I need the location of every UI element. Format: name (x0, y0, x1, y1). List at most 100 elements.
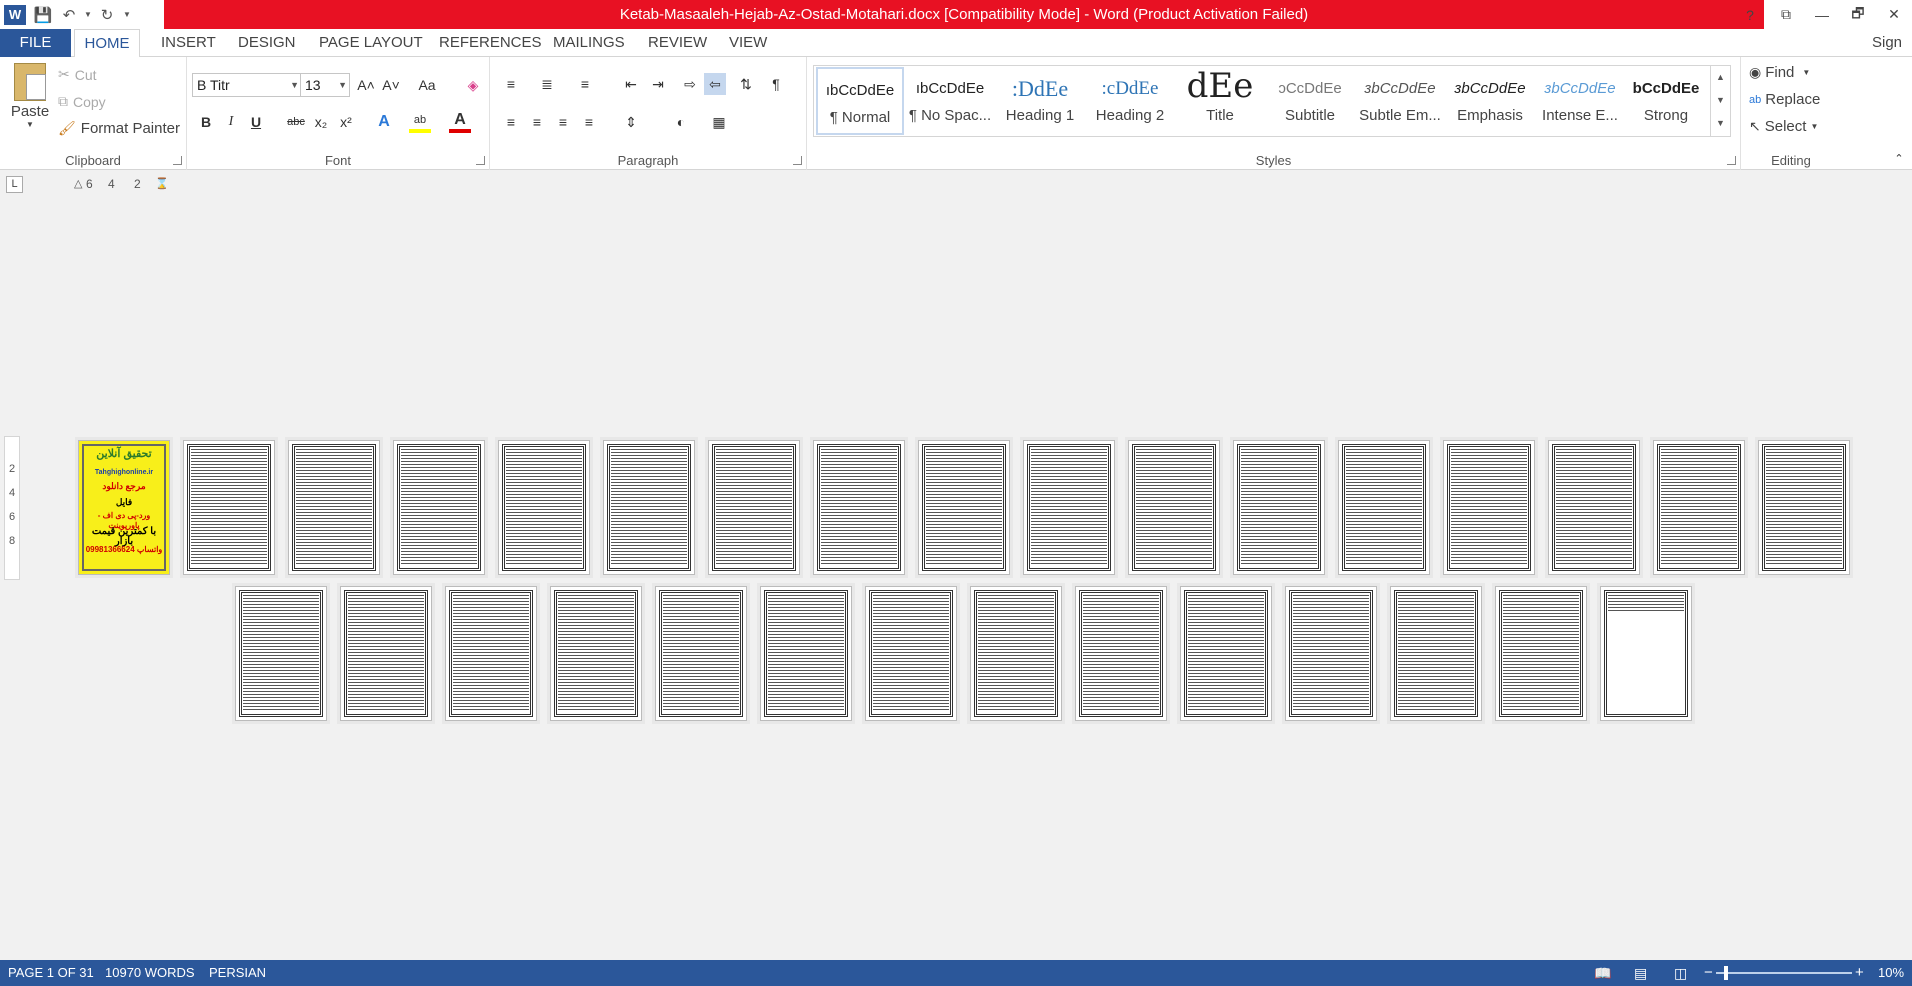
replace-button[interactable]: ab Replace (1749, 91, 1820, 108)
page-thumbnail[interactable] (865, 586, 957, 721)
tab-selector[interactable]: L (6, 176, 23, 193)
line-spacing-icon[interactable]: ⇕ (620, 111, 642, 133)
ribbon-display-options-button[interactable]: ⧉ (1768, 0, 1804, 29)
align-right-icon[interactable]: ≡ (552, 111, 574, 133)
styles-scrollbar[interactable]: ▲ ▼ ▼ (1710, 66, 1730, 136)
page-thumbnail[interactable] (498, 440, 590, 575)
underline-button[interactable]: U (245, 111, 267, 133)
page-thumbnail[interactable] (813, 440, 905, 575)
font-name-dropdown[interactable]: B Titr ▼ (192, 73, 302, 97)
strikethrough-button[interactable]: abc (283, 111, 309, 133)
maximize-button[interactable]: 🗗 (1840, 0, 1876, 29)
tab-review[interactable]: REVIEW (642, 29, 713, 57)
page-thumbnail[interactable] (235, 586, 327, 721)
superscript-button[interactable]: x² (335, 111, 357, 133)
font-size-dropdown[interactable]: 13 ▼ (300, 73, 350, 97)
highlight-button[interactable]: ab (409, 111, 431, 133)
clear-formatting-button[interactable]: ◈ (462, 74, 484, 96)
page-thumbnail[interactable] (550, 586, 642, 721)
tab-references[interactable]: REFERENCES (433, 29, 548, 57)
shading-icon[interactable]: ◐ (670, 111, 692, 133)
zoom-slider-thumb[interactable] (1724, 966, 1728, 980)
page-thumbnail[interactable] (1180, 586, 1272, 721)
page-thumbnail[interactable] (393, 440, 485, 575)
web-layout-icon[interactable]: ◫ (1674, 960, 1687, 986)
zoom-in-button[interactable]: + (1855, 960, 1864, 986)
vertical-ruler[interactable]: 2 4 6 8 (4, 436, 20, 580)
undo-icon[interactable]: ↶ (56, 2, 82, 28)
tab-mailings[interactable]: MAILINGS (547, 29, 631, 57)
chevron-up-icon[interactable]: ▲ (1711, 66, 1730, 89)
close-button[interactable]: ✕ (1876, 0, 1912, 29)
page-thumbnail[interactable] (708, 440, 800, 575)
page-thumbnail-cover[interactable]: تحقیق آنلاین Tahghighonline.ir مرجع دانل… (78, 440, 170, 575)
page-thumbnail[interactable] (1600, 586, 1692, 721)
page-thumbnail[interactable] (1233, 440, 1325, 575)
help-button[interactable]: ? (1732, 0, 1768, 29)
zoom-level[interactable]: 10% (1878, 960, 1904, 986)
page-thumbnail[interactable] (1285, 586, 1377, 721)
style-subtle-emphasis[interactable]: ɜbCcDdEe Subtle Em... (1356, 67, 1444, 135)
language-status[interactable]: PERSIAN (209, 960, 266, 986)
bullets-icon[interactable]: ≡ (500, 73, 522, 95)
styles-launcher-icon[interactable] (1727, 156, 1736, 165)
change-case-button[interactable]: Aa (412, 74, 442, 96)
style-title[interactable]: dEe Title (1176, 67, 1264, 135)
tab-file[interactable]: FILE (0, 29, 71, 57)
page-thumbnail[interactable] (1758, 440, 1850, 575)
word-logo-icon[interactable]: W (4, 4, 26, 25)
sort-icon[interactable]: ⇅ (735, 73, 757, 95)
tab-view[interactable]: VIEW (723, 29, 773, 57)
page-thumbnail[interactable] (288, 440, 380, 575)
subscript-button[interactable]: x₂ (310, 111, 332, 133)
rtl-direction-icon[interactable]: ⇦ (704, 73, 726, 95)
align-left-icon[interactable]: ≡ (500, 111, 522, 133)
collapse-ribbon-icon[interactable]: ⌃ (1888, 147, 1910, 169)
style-heading-2[interactable]: :cDdEe Heading 2 (1086, 67, 1174, 135)
page-thumbnail[interactable] (1653, 440, 1745, 575)
shrink-font-button[interactable]: A˅ (380, 74, 402, 96)
find-button[interactable]: ◉ Find ▼ (1749, 64, 1810, 81)
clipboard-launcher-icon[interactable] (173, 156, 182, 165)
page-thumbnail[interactable] (1023, 440, 1115, 575)
page-thumbnail[interactable] (918, 440, 1010, 575)
zoom-out-button[interactable]: − (1704, 960, 1713, 986)
align-center-icon[interactable]: ≡ (526, 111, 548, 133)
minimize-button[interactable]: — (1804, 0, 1840, 29)
page-thumbnail[interactable] (445, 586, 537, 721)
tab-page-layout[interactable]: PAGE LAYOUT (313, 29, 429, 57)
print-layout-icon[interactable]: ▤ (1634, 960, 1647, 986)
more-styles-icon[interactable]: ▼ (1711, 112, 1730, 135)
page-thumbnail[interactable] (1128, 440, 1220, 575)
numbering-icon[interactable]: ≣ (536, 73, 558, 95)
undo-dropdown-icon[interactable]: ▼ (82, 2, 94, 28)
format-painter-button[interactable]: 🖌 Format Painter (58, 120, 180, 137)
style-emphasis[interactable]: ɜbCcDdEe Emphasis (1446, 67, 1534, 135)
page-thumbnail[interactable] (970, 586, 1062, 721)
page-thumbnail[interactable] (1075, 586, 1167, 721)
cut-button[interactable]: ✂ Cut (58, 66, 97, 83)
tab-insert[interactable]: INSERT (155, 29, 222, 57)
ltr-direction-icon[interactable]: ⇨ (679, 73, 701, 95)
show-formatting-button[interactable]: ¶ (765, 73, 787, 95)
sign-in-link[interactable]: Sign i (1866, 29, 1912, 79)
page-thumbnail[interactable] (183, 440, 275, 575)
redo-icon[interactable]: ↻ (94, 2, 120, 28)
page-thumbnail[interactable] (1390, 586, 1482, 721)
zoom-slider[interactable] (1716, 972, 1852, 974)
bold-button[interactable]: B (195, 111, 217, 133)
borders-icon[interactable]: ▦ (708, 111, 730, 133)
page-count-status[interactable]: PAGE 1 OF 31 (8, 960, 94, 986)
tab-home[interactable]: HOME (74, 29, 140, 58)
style-normal[interactable]: ıbCcDdEe ¶ Normal (816, 67, 904, 135)
chevron-down-icon[interactable]: ▼ (1711, 89, 1730, 112)
justify-icon[interactable]: ≡ (578, 111, 600, 133)
increase-indent-icon[interactable]: ⇥ (647, 73, 669, 95)
multilevel-list-icon[interactable]: ≡ (574, 73, 596, 95)
page-thumbnail[interactable] (655, 586, 747, 721)
text-effects-button[interactable]: A (373, 111, 395, 133)
word-count-status[interactable]: 10970 WORDS (105, 960, 195, 986)
save-icon[interactable]: 💾 (30, 2, 56, 28)
font-color-button[interactable]: A (449, 111, 471, 133)
indent-marker-icon[interactable]: △ (74, 177, 82, 190)
